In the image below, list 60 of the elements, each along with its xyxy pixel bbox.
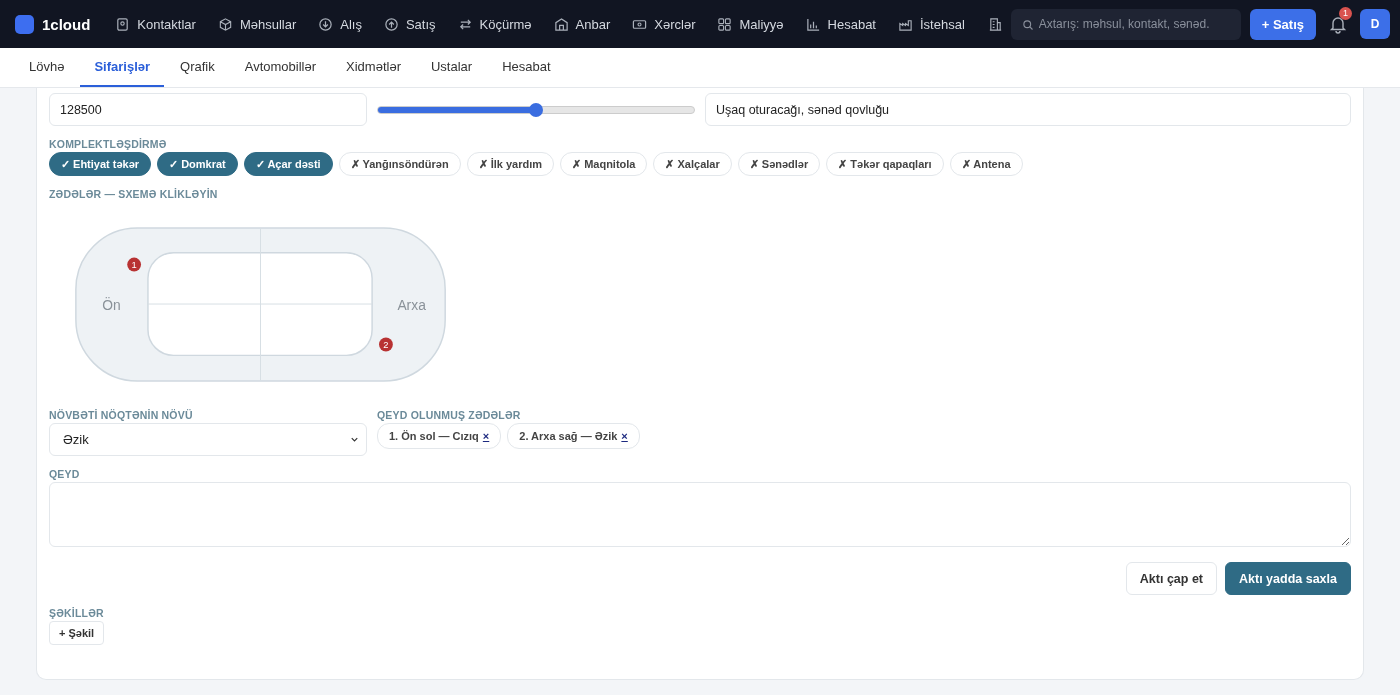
equipment-toggle[interactable]: ✗ Yanğınsöndürən — [338, 152, 461, 176]
remove-link[interactable]: × — [621, 430, 628, 442]
bell-icon[interactable] — [1328, 14, 1348, 34]
equipment-toggle[interactable]: ✓ Domkrat — [157, 152, 238, 176]
equipment-toggle[interactable]: ✗ Sənədlər — [737, 152, 821, 176]
building-icon[interactable] — [987, 16, 1003, 32]
nav-item[interactable]: Kontaktlar — [104, 16, 207, 32]
equipment-toggle[interactable]: ✗ Maqnitola — [560, 152, 648, 176]
box-icon — [217, 16, 233, 32]
field-label: QEYD OLUNMUŞ ZƏDƏLƏR — [377, 409, 522, 421]
nav-item[interactable]: Köçürmə — [446, 16, 543, 32]
equipment-toggle[interactable]: ✗ Xalçalar — [653, 152, 732, 176]
note-field[interactable] — [49, 482, 1351, 547]
nav-item[interactable]: Hesabat — [794, 16, 887, 32]
new-sale-button[interactable]: + Satış — [1249, 8, 1316, 40]
equipment-toggle[interactable]: ✗ Təkər qapaqları — [826, 152, 944, 176]
remove-link[interactable]: × — [482, 430, 490, 442]
section-label: ZƏDƏLƏR — SXEMƏ KLİKLƏYİN — [49, 188, 219, 200]
tab[interactable]: Lövhə — [15, 48, 79, 87]
tab[interactable]: Hesabat — [488, 48, 565, 87]
arrow-up-circle-icon — [383, 16, 399, 32]
equipment-toggle[interactable]: ✓ Ehtiyat təkər — [49, 152, 152, 176]
field-label: QEYD — [49, 468, 81, 480]
damage-text: 2. Arxa sağ — Əzik — [519, 430, 618, 442]
field-label: NÖVBƏTİ NÖQTƏNİN NÖVÜ — [49, 409, 194, 421]
equipment-toggle[interactable]: ✗ İlk yardım — [466, 152, 555, 176]
print-button[interactable]: Aktı çap et — [1125, 562, 1218, 595]
tab[interactable]: Xidmətlər — [332, 48, 415, 87]
mileage-field[interactable]: 128500 — [49, 93, 367, 126]
search-icon — [1021, 18, 1034, 31]
notification-count: 1 — [1339, 7, 1352, 20]
tab[interactable]: Ustalar — [416, 48, 487, 87]
nav-item[interactable]: Məhsullar — [206, 16, 308, 32]
contact-card-icon — [115, 16, 131, 32]
fuel-slider[interactable] — [377, 101, 695, 118]
nav-item[interactable]: Alış — [307, 16, 373, 32]
grid-icon — [717, 16, 733, 32]
bar-chart-icon — [805, 16, 821, 32]
nav-item[interactable]: İstehsal — [886, 16, 976, 32]
nav-item[interactable]: Maliyyə — [706, 16, 795, 32]
damage-text: 1. Ön sol — Cızıq — [389, 430, 479, 442]
search-field[interactable]: Axtarış: məhsul, kontakt, sənəd. — [1010, 8, 1241, 40]
items-field[interactable]: Uşaq oturacağı, sənəd qovluğu — [705, 93, 1351, 126]
arrow-down-circle-icon — [318, 16, 334, 32]
brand-name[interactable]: 1cloud — [42, 15, 91, 33]
section-label: KOMPLEKTLƏŞDİRMƏ — [49, 138, 168, 150]
tab[interactable]: Avtomobillər — [230, 48, 331, 87]
nav-item[interactable]: Anbar — [542, 16, 622, 32]
equipment-toggle[interactable]: ✗ Antena — [949, 152, 1023, 176]
save-button[interactable]: Aktı yadda saxla — [1225, 562, 1351, 595]
damage-type-select[interactable]: Əzik — [49, 423, 367, 456]
tab[interactable]: Qrafik — [166, 48, 229, 87]
add-photo-button[interactable]: + Şəkil — [49, 621, 105, 645]
equipment-toggle[interactable]: ✓ Açar dəsti — [243, 152, 333, 176]
logo-icon — [15, 14, 34, 34]
nav-item[interactable]: Xərclər — [621, 16, 707, 32]
user-avatar[interactable]: D — [1360, 9, 1390, 39]
nav-item[interactable]: Satış — [372, 16, 447, 32]
house-icon — [553, 16, 569, 32]
section-label: ŞƏKİLLƏR — [49, 607, 105, 619]
